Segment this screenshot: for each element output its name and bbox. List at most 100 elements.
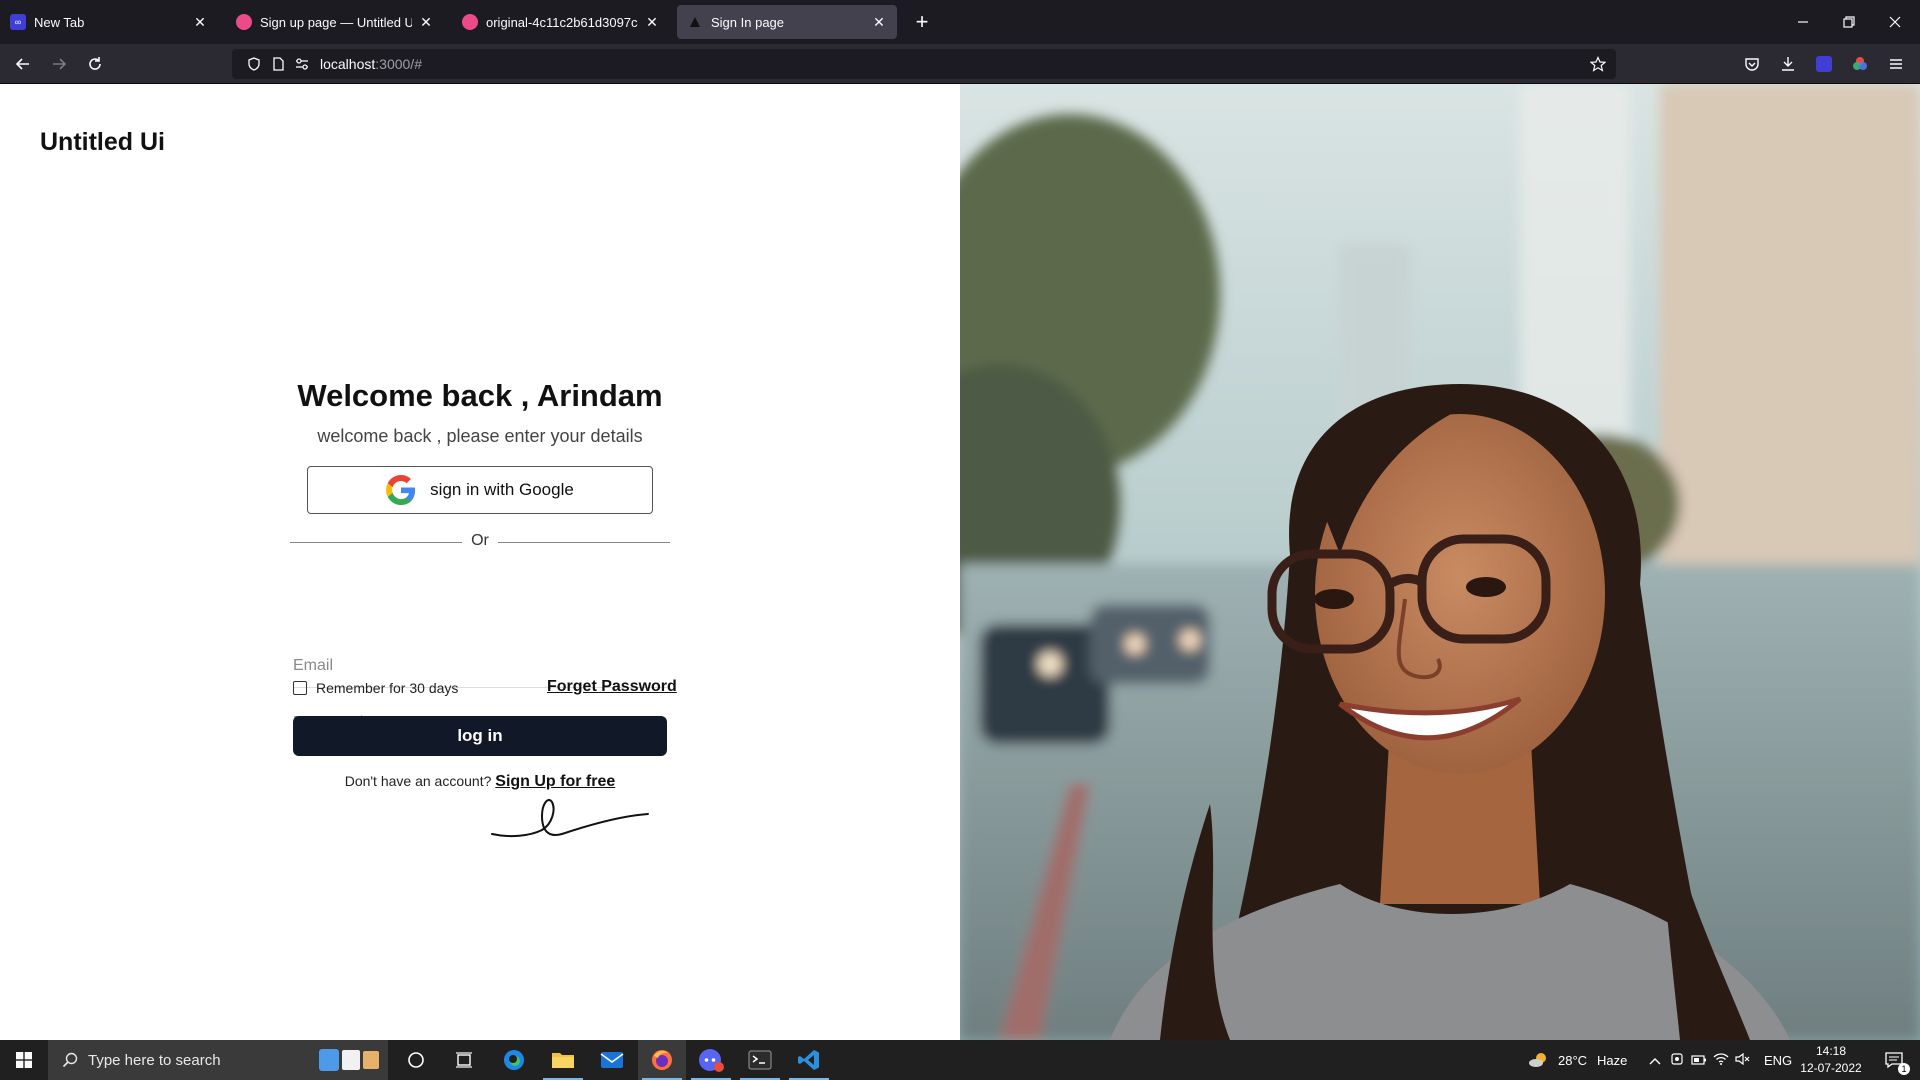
close-tab-icon[interactable]: ✕ — [644, 14, 660, 30]
battery-icon[interactable] — [1688, 1053, 1710, 1068]
tray-icons: ENG — [1644, 1040, 1792, 1080]
signup-row: Don't have an account? Sign Up for free — [260, 773, 700, 791]
taskbar-app-file-explorer[interactable] — [539, 1040, 587, 1080]
taskbar-app-vscode[interactable] — [785, 1040, 833, 1080]
tab-title: Sign In page — [711, 14, 785, 30]
search-icon — [62, 1052, 78, 1068]
meet-now-icon[interactable] — [1666, 1052, 1688, 1069]
weather-widget[interactable]: 28°C Haze — [1528, 1040, 1627, 1080]
bookmark-star-icon[interactable] — [1590, 56, 1606, 72]
edge-icon — [504, 1050, 524, 1070]
dribbble-icon — [462, 14, 478, 30]
language-indicator[interactable]: ENG — [1764, 1053, 1792, 1068]
wifi-icon[interactable] — [1710, 1052, 1732, 1068]
cortana-button[interactable] — [392, 1040, 440, 1080]
taskbar-search-box[interactable]: Type here to search — [48, 1040, 388, 1080]
tab-title: original-4c11c2b61d3097c40c3c — [486, 14, 638, 30]
download-icon[interactable] — [1778, 54, 1798, 74]
or-divider: Or — [290, 532, 670, 552]
remember-label: Remember for 30 days — [316, 680, 459, 696]
browser-tab-strip: ∞ New Tab ✕ Sign up page — Untitled UI b… — [0, 0, 1920, 44]
signup-link[interactable]: Sign Up for free — [495, 773, 615, 790]
google-icon — [386, 475, 416, 505]
page-subtitle: welcome back , please enter your details — [317, 426, 643, 446]
forward-arrow-icon — [53, 58, 67, 70]
clock-time: 14:18 — [1815, 1044, 1847, 1058]
dribbble-icon — [236, 14, 252, 30]
taskbar-app-mail[interactable] — [588, 1040, 636, 1080]
task-view-icon — [456, 1052, 472, 1068]
close-tab-icon[interactable]: ✕ — [871, 14, 887, 30]
login-button[interactable]: log in — [293, 716, 667, 756]
triangle-icon — [687, 14, 703, 30]
signature-scribble — [491, 798, 649, 838]
extension-icon[interactable] — [1814, 54, 1834, 74]
cortana-icon — [408, 1052, 424, 1068]
divider-or-text: Or — [471, 532, 489, 549]
web-page: Untitled Ui Welcome back , Arindam welco… — [0, 84, 1920, 1040]
reload-button[interactable] — [81, 50, 109, 78]
volume-muted-icon[interactable] — [1732, 1052, 1754, 1068]
notification-count-badge: 1 — [1898, 1063, 1910, 1075]
google-sign-in-button[interactable]: sign in with Google — [307, 466, 653, 514]
vscode-icon — [798, 1050, 819, 1070]
page-icon[interactable] — [270, 56, 286, 72]
close-tab-icon[interactable]: ✕ — [192, 14, 208, 30]
page-title: Welcome back , Arindam — [297, 378, 663, 413]
address-bar[interactable]: localhost:3000/# — [232, 49, 1616, 79]
taskbar-app-discord[interactable] — [687, 1040, 735, 1080]
close-window-button[interactable] — [1872, 8, 1918, 36]
signup-prompt: Don't have an account? — [344, 773, 492, 789]
forward-button[interactable] — [45, 50, 73, 78]
terminal-icon — [748, 1050, 772, 1070]
new-tab-button[interactable]: + — [910, 9, 934, 34]
start-button[interactable] — [0, 1040, 48, 1080]
taskbar-app-firefox[interactable] — [638, 1040, 686, 1080]
tab-sign-in-page[interactable]: Sign In page ✕ — [677, 5, 897, 39]
woman-portrait-image — [960, 84, 1920, 1040]
chevron-up-icon[interactable] — [1644, 1053, 1666, 1068]
tab-new-tab[interactable]: ∞ New Tab ✕ — [0, 5, 218, 39]
windows-logo-icon — [16, 1052, 32, 1068]
tab-original[interactable]: original-4c11c2b61d3097c40c3c ✕ — [452, 5, 670, 39]
discord-icon — [699, 1049, 724, 1072]
restore-button[interactable] — [1826, 8, 1872, 36]
firefox-icon — [652, 1050, 672, 1070]
system-clock[interactable]: 14:18 12-07-2022 — [1794, 1043, 1868, 1077]
weather-temperature: 28°C — [1558, 1052, 1588, 1068]
taskbar-app-terminal[interactable] — [736, 1040, 784, 1080]
url-host: localhost — [320, 56, 376, 72]
permissions-icon[interactable] — [294, 56, 310, 72]
close-tab-icon[interactable]: ✕ — [418, 14, 434, 30]
color-extension-icon[interactable] — [1850, 54, 1870, 74]
remember-checkbox[interactable] — [293, 681, 307, 695]
menu-icon[interactable] — [1886, 54, 1906, 74]
new-tab-icon: ∞ — [10, 14, 26, 30]
back-arrow-icon — [15, 58, 29, 70]
pocket-icon[interactable] — [1742, 54, 1762, 74]
task-view-button[interactable] — [440, 1040, 488, 1080]
browser-toolbar: localhost:3000/# — [0, 44, 1920, 84]
weather-description: Haze — [1597, 1052, 1628, 1068]
notification-center-button[interactable]: 1 — [1870, 1040, 1918, 1080]
haze-weather-icon — [1529, 1053, 1546, 1067]
clock-date: 12-07-2022 — [1800, 1061, 1862, 1075]
google-button-label: sign in with Google — [430, 480, 574, 499]
reload-icon — [89, 57, 101, 70]
url-path: :3000/# — [375, 56, 422, 72]
remember-me[interactable]: Remember for 30 days — [293, 680, 458, 696]
tab-sign-up-page[interactable]: Sign up page — Untitled UI by A ✕ — [226, 5, 444, 39]
minimize-button[interactable] — [1780, 8, 1826, 36]
url-text: localhost:3000/# — [320, 56, 422, 72]
search-highlight-icon — [316, 1046, 382, 1074]
taskbar-app-edge[interactable] — [490, 1040, 538, 1080]
forgot-password-link[interactable]: Forget Password — [547, 678, 677, 696]
back-button[interactable] — [9, 50, 37, 78]
windows-taskbar: Type here to search 28°C Haze ENG 14:18 … — [0, 1040, 1920, 1080]
hero-photo — [960, 84, 1920, 1040]
tab-title: Sign up page — Untitled UI by A — [260, 14, 412, 30]
tab-title: New Tab — [34, 14, 85, 30]
sign-in-panel: Untitled Ui Welcome back , Arindam welco… — [0, 84, 960, 1040]
search-placeholder: Type here to search — [88, 1051, 221, 1069]
shield-icon[interactable] — [246, 56, 262, 72]
